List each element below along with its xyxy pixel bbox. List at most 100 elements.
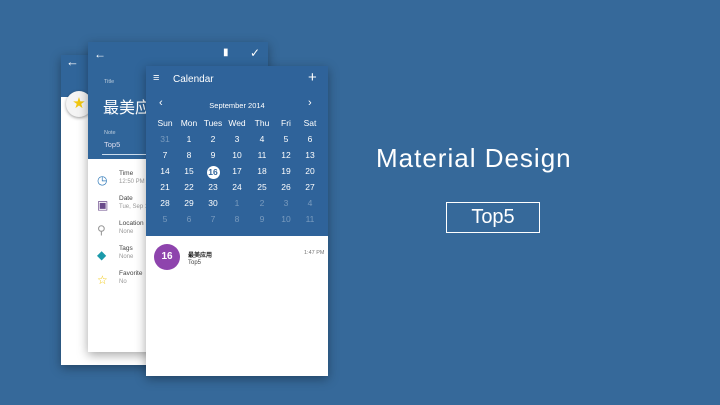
day-cell[interactable]: 14 [153,166,177,176]
day-number: 11 [305,214,315,224]
delete-icon[interactable]: ▮ [223,47,229,58]
day-cell[interactable]: 9 [201,150,225,160]
day-number: 14 [160,166,170,176]
field-value: No [119,279,127,285]
day-number: 5 [283,134,289,144]
day-number: 26 [281,182,291,192]
day-cell[interactable]: 9 [250,214,274,224]
day-cell[interactable]: 25 [250,182,274,192]
day-cell[interactable]: 23 [201,182,225,192]
day-cell[interactable]: 3 [274,198,298,208]
field-value: 12:50 PM [119,179,145,185]
day-number: 29 [184,198,194,208]
day-cell[interactable]: 18 [250,166,274,176]
next-month-icon[interactable]: › [308,97,312,109]
day-number: 13 [305,150,315,160]
day-number: 11 [257,150,267,160]
day-cell-selected[interactable]: 16 [201,166,225,179]
field-label: Date [119,195,133,202]
day-cell[interactable]: 10 [225,150,249,160]
tag-icon: ◆ [97,248,107,262]
day-cell[interactable]: 7 [153,150,177,160]
event-title[interactable]: 最美应用 [188,250,212,259]
day-cell[interactable]: 8 [225,214,249,224]
day-number: 8 [186,150,192,160]
day-cell[interactable]: 1 [177,134,201,144]
day-cell[interactable]: 4 [250,134,274,144]
day-cell[interactable]: 7 [201,214,225,224]
day-cell[interactable]: 21 [153,182,177,192]
add-icon[interactable]: + [308,69,317,86]
check-icon[interactable]: ✓ [250,46,260,60]
weekday-label: Thu [254,118,270,128]
day-cell[interactable]: 30 [201,198,225,208]
day-number: 7 [210,214,216,224]
calendar-header: ≡ Calendar + ‹ September 2014 › Sun Mon Tu… [146,66,328,236]
day-cell[interactable]: 5 [153,214,177,224]
day-number: 9 [259,214,265,224]
day-cell[interactable]: 13 [298,150,322,160]
field-label: Favorite [119,270,143,277]
weekday-label: Tues [203,118,223,128]
day-number: 24 [232,182,242,192]
day-cell[interactable]: 24 [225,182,249,192]
day-cell[interactable]: 28 [153,198,177,208]
star-outline-icon: ☆ [97,273,108,287]
field-label: Tags [119,245,133,252]
day-number: 6 [186,214,192,224]
day-cell[interactable]: 2 [250,198,274,208]
day-cell[interactable]: 5 [274,134,298,144]
day-cell[interactable]: 17 [225,166,249,176]
day-number: 7 [162,150,168,160]
day-number: 21 [160,182,170,192]
weekday-label: Sat [303,118,317,128]
day-number: 16 [206,166,220,179]
day-cell[interactable]: 11 [250,150,274,160]
back-arrow-icon[interactable]: ← [94,47,106,61]
location-pin-icon: ⚲ [97,223,106,237]
day-cell[interactable]: 11 [298,214,322,224]
day-cell[interactable]: 4 [298,198,322,208]
day-number: 20 [305,166,315,176]
day-number: 19 [281,166,291,176]
event-subtitle: Top5 [188,260,202,266]
day-cell[interactable]: 1 [225,198,249,208]
day-number: 27 [305,182,315,192]
event-time: 1:47 PM [304,250,325,256]
day-cell[interactable]: 26 [274,182,298,192]
day-number: 15 [184,166,194,176]
day-number: 4 [307,198,313,208]
menu-icon[interactable]: ≡ [153,72,159,84]
day-number: 8 [234,214,240,224]
hero-title: Material Design [376,143,572,173]
day-cell[interactable]: 20 [298,166,322,176]
day-cell[interactable]: 15 [177,166,201,176]
field-value: Tue, Sep 1 [119,204,149,210]
day-number: 9 [210,150,216,160]
day-cell[interactable]: 19 [274,166,298,176]
day-cell[interactable]: 2 [201,134,225,144]
day-cell[interactable]: 6 [177,214,201,224]
title-input[interactable]: 最美应 [103,94,151,118]
day-cell[interactable]: 22 [177,182,201,192]
day-cell[interactable]: 6 [298,134,322,144]
day-number: 2 [210,134,216,144]
day-number: 30 [208,198,218,208]
day-number: 3 [234,134,240,144]
month-label: September 2014 [209,101,265,110]
day-number: 31 [160,134,170,144]
day-cell[interactable]: 27 [298,182,322,192]
hero-badge: Top5 [446,202,540,233]
day-cell[interactable]: 31 [153,134,177,144]
day-number: 10 [232,150,242,160]
day-cell[interactable]: 10 [274,214,298,224]
day-cell[interactable]: 8 [177,150,201,160]
day-cell[interactable]: 12 [274,150,298,160]
day-cell[interactable]: 3 [225,134,249,144]
day-cell[interactable]: 29 [177,198,201,208]
day-number: 6 [307,134,313,144]
title-label: Title [104,79,115,85]
note-label: Note [104,130,116,136]
back-arrow-icon[interactable]: ← [66,54,79,69]
note-input[interactable]: Top5 [104,140,120,149]
